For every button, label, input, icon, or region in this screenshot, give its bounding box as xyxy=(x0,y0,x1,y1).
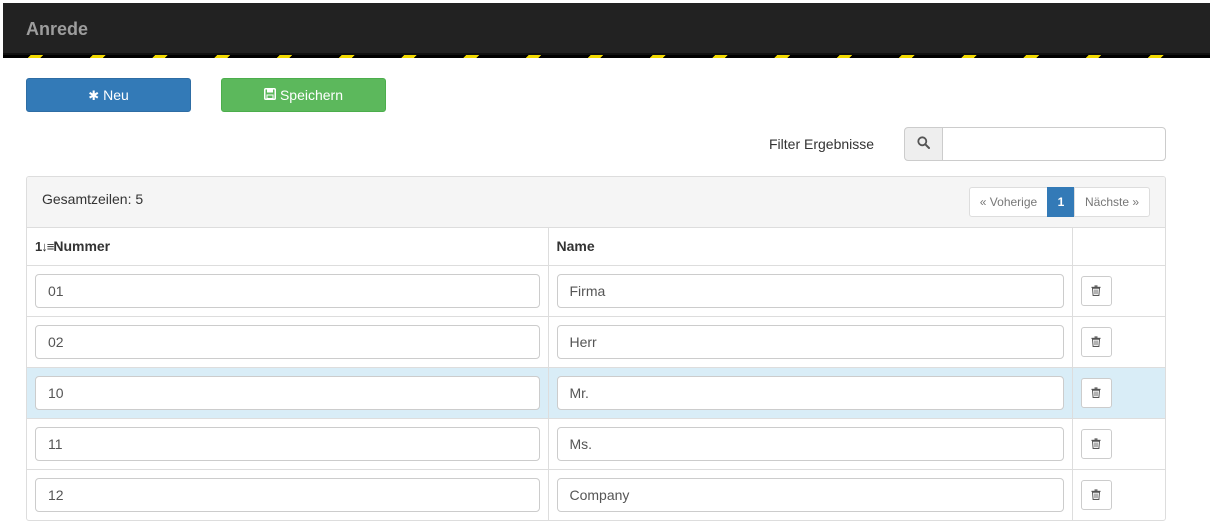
results-panel: Gesamtzeilen: 5 « Voherige 1 Nächste » 1… xyxy=(26,176,1166,521)
delete-button[interactable] xyxy=(1080,428,1112,459)
delete-button[interactable] xyxy=(1080,377,1112,408)
search-icon xyxy=(917,136,930,152)
nummer-input[interactable] xyxy=(35,273,540,308)
new-button-label: Neu xyxy=(103,87,129,103)
name-input[interactable] xyxy=(556,324,1064,359)
nummer-input[interactable] xyxy=(35,375,540,410)
filter-input[interactable] xyxy=(942,127,1166,161)
column-header-name[interactable]: Name xyxy=(548,228,1073,266)
sort-numeric-icon: 1↓≡ xyxy=(35,239,54,255)
trash-icon xyxy=(1091,487,1101,503)
total-rows-label: Gesamtzeilen: 5 xyxy=(42,191,144,207)
name-input[interactable] xyxy=(556,426,1064,461)
panel-heading: Gesamtzeilen: 5 « Voherige 1 Nächste » xyxy=(27,177,1165,228)
delete-button[interactable] xyxy=(1080,479,1112,510)
delete-button[interactable] xyxy=(1080,275,1112,306)
name-input[interactable] xyxy=(556,477,1064,512)
table-row xyxy=(27,468,1165,520)
hazard-stripe xyxy=(3,53,1210,58)
filter-label: Filter Ergebnisse xyxy=(769,136,875,152)
trash-icon xyxy=(1091,436,1101,452)
pagination-prev[interactable]: « Voherige xyxy=(969,187,1048,217)
new-button[interactable]: ✱ Neu xyxy=(26,78,191,112)
column-header-actions xyxy=(1072,228,1165,266)
data-table: 1↓≡Nummer Name xyxy=(27,228,1165,520)
pagination: « Voherige 1 Nächste » xyxy=(969,187,1150,217)
asterisk-icon: ✱ xyxy=(88,87,100,103)
nummer-input[interactable] xyxy=(35,426,540,461)
table-row xyxy=(27,265,1165,316)
table-row xyxy=(27,315,1165,367)
search-addon xyxy=(904,127,943,161)
pagination-page-current[interactable]: 1 xyxy=(1047,187,1075,217)
save-button[interactable]: Speichern xyxy=(221,78,386,112)
app-header: Anrede xyxy=(3,3,1210,58)
name-input[interactable] xyxy=(556,273,1064,308)
pagination-next[interactable]: Nächste » xyxy=(1074,187,1150,217)
page-title: Anrede xyxy=(26,19,89,39)
nummer-input[interactable] xyxy=(35,324,540,359)
nummer-input[interactable] xyxy=(35,477,540,512)
floppy-disk-icon xyxy=(263,88,276,102)
name-input[interactable] xyxy=(556,375,1064,410)
table-row xyxy=(27,366,1165,418)
trash-icon xyxy=(1091,385,1101,401)
column-header-nummer[interactable]: 1↓≡Nummer xyxy=(27,228,549,266)
trash-icon xyxy=(1091,283,1101,299)
delete-button[interactable] xyxy=(1080,326,1112,357)
table-row xyxy=(27,417,1165,469)
trash-icon xyxy=(1091,334,1101,350)
save-button-label: Speichern xyxy=(279,87,344,103)
